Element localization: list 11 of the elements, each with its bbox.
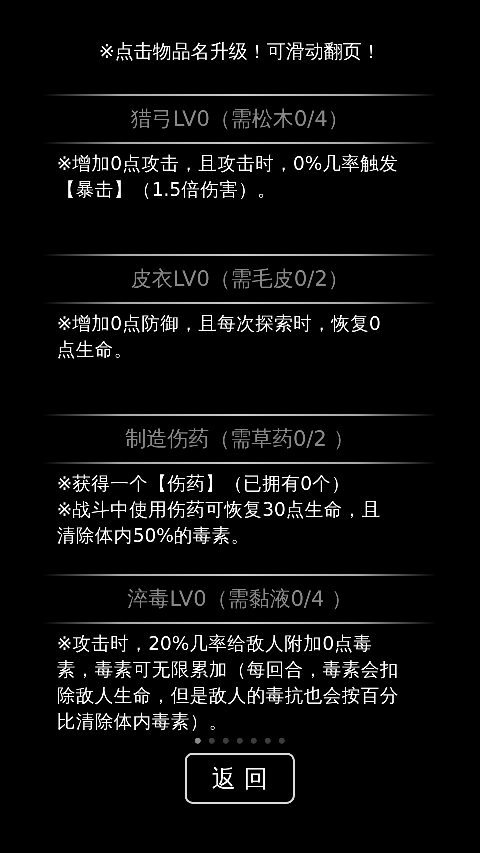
item-name-link[interactable]: 皮衣LV0（需毛皮0/2） [131, 265, 349, 293]
item-name-link[interactable]: 猎弓LV0（需松木0/4） [131, 105, 349, 133]
item-description: ※攻击时，20%几率给敌人附加0点毒素，毒素可无限累加（每回合，毒素会扣除敌人生命，但是敌人的毒抗也会按百分比清除体内毒素）。 [57, 633, 400, 735]
back-button[interactable]: 返 回 [185, 753, 295, 804]
item-description: ※增加0点攻击，且攻击时，0%几率触发【暴击】（1.5倍伤害）。 [57, 153, 400, 203]
item-name-link[interactable]: 淬毒LV0（需黏液0/4 ） [128, 585, 352, 613]
item-description: ※获得一个【伤药】（已拥有0个） [57, 473, 352, 497]
item-description: ※战斗中使用伤药可恢复30点生命，且清除体内50%的毒素。 [57, 499, 382, 549]
hint-text: ※点击物品名升级！可滑动翻页！ [98, 40, 382, 65]
item-name-link[interactable]: 制造伤药（需草药0/2 ） [125, 425, 355, 453]
item-description: ※增加0点防御，且每次探索时，恢复0点生命。 [57, 313, 382, 363]
